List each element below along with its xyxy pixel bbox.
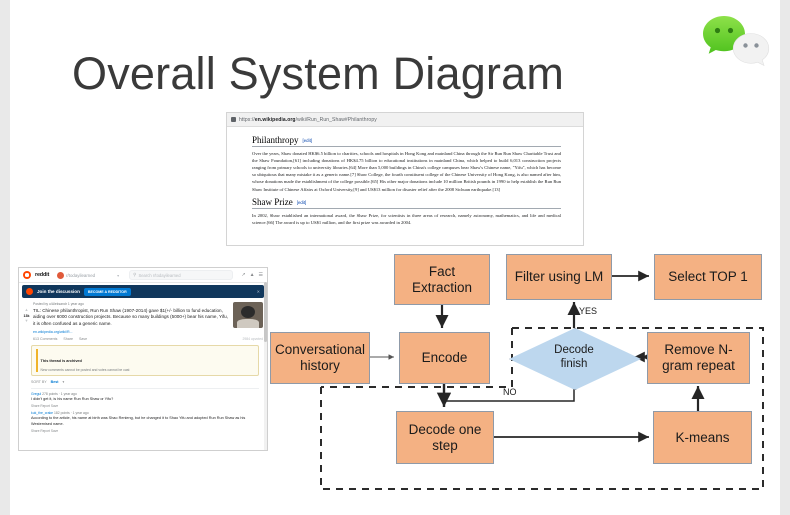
vote-column: ▲ 13k ▼ <box>23 302 30 334</box>
post-action-bar: 613 Comments Share Save 2984 upvoted <box>19 334 267 341</box>
subreddit-icon <box>57 271 65 279</box>
comment-meta: Gregul 278 points · 1 year ago <box>31 392 261 396</box>
comment-meta-rest: 182 points · 1 year ago <box>54 410 89 415</box>
section-heading-shaw-prize: Shaw Prize [edit] <box>252 197 561 209</box>
node-encode[interactable]: Encode <box>399 332 490 384</box>
reddit-screenshot: reddit r/todayilearned ▾ ⚲ Search r/toda… <box>18 267 268 451</box>
node-decode-finish[interactable]: Decode finish <box>509 328 641 390</box>
section-heading-philanthropy: Philanthropy [edit] <box>252 135 561 147</box>
list-item: Gregul 278 points · 1 year ago I didn't … <box>19 389 267 408</box>
node-fact-extraction[interactable]: Fact Extraction <box>394 254 490 305</box>
chevron-down-icon[interactable]: ▾ <box>117 273 119 278</box>
comment-actions[interactable]: Share Report Save <box>31 429 261 433</box>
post-score: 13k <box>23 313 30 318</box>
search-placeholder: Search r/todayilearned <box>138 272 181 278</box>
edge-label-yes: YES <box>579 306 598 316</box>
search-input[interactable]: ⚲ Search r/todayilearned <box>129 270 234 280</box>
downvote-icon[interactable]: ▼ <box>25 319 29 323</box>
node-label: Decode finish <box>554 344 594 370</box>
node-decode-one-step[interactable]: Decode one step <box>396 411 494 464</box>
url-text: https://en.wikipedia.org/wiki/Run_Run_Sh… <box>239 117 377 123</box>
node-label: Conversational history <box>274 342 366 373</box>
wikipedia-article-body: Philanthropy [edit] Over the years, Shaw … <box>227 127 583 226</box>
reddit-wordmark[interactable]: reddit <box>35 272 49 278</box>
node-label: Decode one step <box>408 421 482 453</box>
node-label: Select TOP 1 <box>668 269 748 285</box>
comment-meta-rest: 278 points · 1 year ago <box>42 391 77 396</box>
notice-title: This thread is archived <box>40 358 82 363</box>
edit-link[interactable]: [edit] <box>303 138 313 143</box>
url-domain: en.wikipedia.org <box>254 116 296 123</box>
join-discussion-banner: Join the discussion BECOME A REDDITOR ✕ <box>22 285 264 298</box>
lock-icon <box>231 117 236 122</box>
reddit-post: ▲ 13k ▼ Posted by u/Aleksandr 1 year ago… <box>19 298 267 334</box>
close-icon[interactable]: ✕ <box>257 289 260 294</box>
save-button[interactable]: Save <box>79 337 87 341</box>
system-flowchart: Fact Extraction Filter using LM Select TO… <box>266 246 780 511</box>
wikipedia-screenshot: https://en.wikipedia.org/wiki/Run_Run_Sh… <box>226 112 584 246</box>
post-meta: Posted by u/Aleksandr 1 year ago <box>33 302 84 306</box>
trending-icon[interactable]: ↗ <box>241 272 245 278</box>
comments-button[interactable]: 613 Comments <box>33 337 57 341</box>
node-label: Filter using LM <box>514 269 604 285</box>
post-thumbnail[interactable] <box>233 302 263 328</box>
comment-sort[interactable]: SORT BY Best ▾ <box>19 376 267 384</box>
sort-value[interactable]: Best <box>51 380 59 384</box>
wechat-logo-icon <box>703 16 770 67</box>
sort-label: SORT BY <box>31 379 47 384</box>
node-k-means[interactable]: K-means <box>653 411 752 464</box>
archived-notice: This thread is archived New comments can… <box>31 344 259 376</box>
edit-link[interactable]: [edit] <box>297 200 307 205</box>
notice-body: New comments cannot be posted and votes … <box>40 367 130 372</box>
search-icon: ⚲ <box>133 272 137 277</box>
upvote-icon[interactable]: ▲ <box>25 308 29 312</box>
comment-text: I didn't get it, is his name Run Run Sha… <box>31 396 114 401</box>
upvoted-percentage: 2984 upvoted <box>242 336 263 341</box>
node-label: K-means <box>675 429 730 445</box>
comment-author[interactable]: kuk_the_crake <box>31 411 53 415</box>
notice-accent-bar <box>36 348 38 372</box>
share-button[interactable]: Share <box>63 337 73 341</box>
node-filter-using-lm[interactable]: Filter using LM <box>506 254 612 300</box>
notifications-icon[interactable]: ▲ <box>250 272 255 278</box>
slide-canvas: Overall System Diagram https://en.wikipe… <box>10 0 780 515</box>
comment-meta: kuk_the_crake 182 points · 1 year ago <box>31 411 261 415</box>
wechat-logo <box>700 8 780 70</box>
post-body: Posted by u/Aleksandr 1 year ago TIL: Ch… <box>33 302 230 334</box>
browser-url-bar[interactable]: https://en.wikipedia.org/wiki/Run_Run_Sh… <box>227 113 583 127</box>
list-item: kuk_the_crake 182 points · 1 year ago Ac… <box>19 408 267 433</box>
reddit-logo-icon[interactable] <box>23 271 31 279</box>
comment-author[interactable]: Gregul <box>31 392 41 396</box>
post-link[interactable]: en.wikipedia.org/wiki/R... <box>33 330 230 334</box>
chevron-down-icon[interactable]: ▾ <box>62 380 64 384</box>
url-path: /wiki/Run_Run_Shaw#Philanthropy <box>295 116 377 123</box>
topbar-icon-group: ↗ ▲ ☰ <box>241 272 263 278</box>
become-a-redditor-button[interactable]: BECOME A REDDITOR <box>83 287 131 296</box>
node-label: Fact Extraction <box>411 263 473 295</box>
node-select-top-1[interactable]: Select TOP 1 <box>654 254 762 300</box>
edge-label-no: NO <box>503 387 517 397</box>
comment-text: According to the article, his name at bi… <box>31 415 246 426</box>
reddit-logo-icon <box>26 288 33 295</box>
url-prefix: https:// <box>239 116 255 123</box>
banner-text: Join the discussion <box>37 289 80 294</box>
node-label: Remove N-gram repeat <box>662 342 735 373</box>
subreddit-selector[interactable]: r/todayilearned <box>57 271 96 279</box>
reddit-topbar: reddit r/todayilearned ▾ ⚲ Search r/toda… <box>19 268 267 283</box>
section-paragraph: Over the years, Shaw donated HK$6.5 bill… <box>252 151 561 192</box>
node-remove-n-gram-repeat[interactable]: Remove N-gram repeat <box>647 332 750 384</box>
menu-icon[interactable]: ☰ <box>259 272 263 278</box>
section-paragraph: In 2002, Shaw established an internation… <box>252 212 561 225</box>
page-title: Overall System Diagram <box>72 48 565 99</box>
post-title[interactable]: TIL: Chinese philanthropist, Run Run Sha… <box>33 308 230 329</box>
node-conversational-history[interactable]: Conversational history <box>270 332 370 384</box>
node-label: Encode <box>421 350 468 366</box>
subreddit-name: r/todayilearned <box>66 272 96 278</box>
